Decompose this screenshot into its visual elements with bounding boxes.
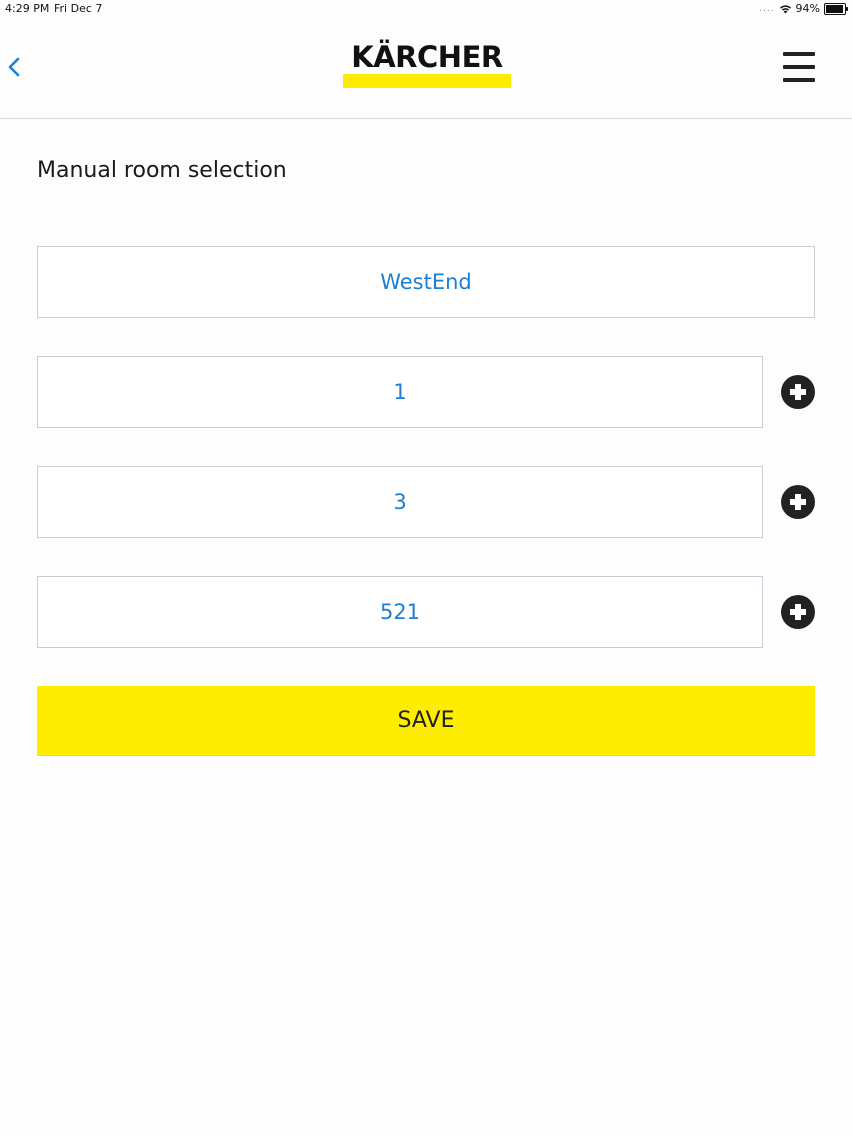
logo-yellow-bar (343, 74, 511, 88)
status-date: Fri Dec 7 (54, 2, 103, 15)
status-time: 4:29 PM (5, 2, 50, 15)
plus-circle-icon[interactable] (781, 595, 815, 629)
level-field-2[interactable]: 3 (37, 466, 763, 538)
level-value-2: 3 (393, 490, 407, 514)
chevron-left-icon (8, 57, 20, 77)
cellular-signal-icon: .... (759, 3, 775, 14)
back-button[interactable] (2, 52, 26, 82)
level-field-1[interactable]: 1 (37, 356, 763, 428)
status-bar: 4:29 PM Fri Dec 7 .... 94% (0, 0, 852, 18)
battery-icon (824, 2, 848, 15)
plus-circle-icon[interactable] (781, 375, 815, 409)
building-value: WestEnd (380, 270, 472, 294)
battery-fill (826, 4, 843, 13)
karcher-logo: KÄRCHER (343, 42, 511, 90)
building-field[interactable]: WestEnd (37, 246, 815, 318)
logo-wordmark: KÄRCHER (351, 40, 503, 74)
page-title: Manual room selection (37, 158, 287, 183)
level-value-3: 521 (379, 600, 421, 624)
battery-percent: 94% (795, 2, 820, 15)
app-header: KÄRCHER (0, 18, 852, 119)
hamburger-menu-icon[interactable] (783, 52, 815, 82)
level-field-3[interactable]: 521 (37, 576, 763, 648)
level-value-1: 1 (393, 380, 407, 404)
save-button[interactable]: SAVE (37, 686, 815, 755)
plus-circle-icon[interactable] (781, 485, 815, 519)
status-indicators: .... 94% (759, 2, 848, 15)
wifi-icon (779, 4, 791, 13)
